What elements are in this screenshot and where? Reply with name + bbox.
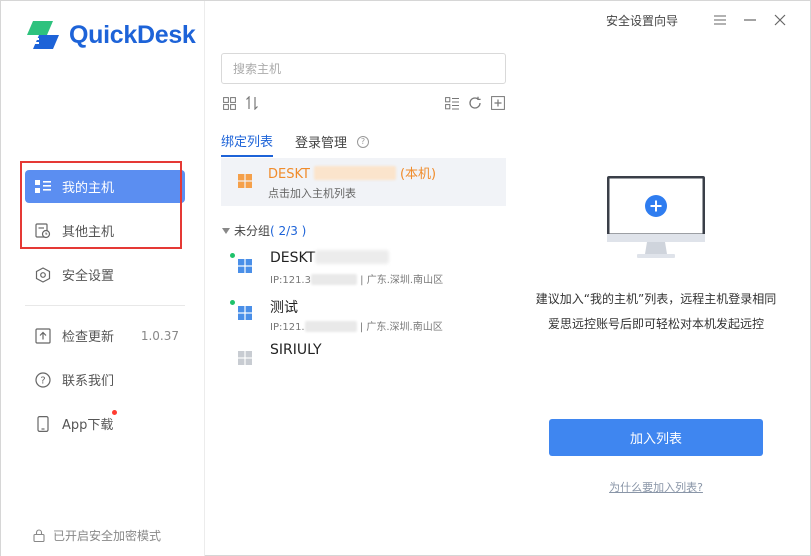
group-ungrouped[interactable]: 未分组 ( 2/3 )	[222, 222, 306, 239]
host-location: | 广东.深圳.南山区	[359, 322, 443, 333]
redacted-text	[315, 250, 390, 264]
sidebar-item-label: App下载	[62, 418, 114, 433]
local-host-item[interactable]: DESKT (本机) 点击加入主机列表	[221, 158, 506, 206]
sidebar-item-security[interactable]: 安全设置	[25, 258, 185, 291]
add-host-icon[interactable]	[490, 95, 506, 111]
host-item[interactable]: 测试 IP:121. | 广东.深圳.南山区	[221, 297, 506, 337]
menu-icon[interactable]	[712, 12, 728, 28]
lock-icon	[33, 529, 45, 542]
host-location: | 广东.深圳.南山区	[360, 275, 444, 286]
tab-bound-list[interactable]: 绑定列表	[221, 131, 274, 157]
host-name: SIRIULY	[270, 342, 322, 358]
close-icon[interactable]	[772, 12, 788, 28]
host-item[interactable]: DESKT IP:121.3 | 广东.深圳.南山区	[221, 250, 506, 290]
hint-line: 建议加入“我的主机”列表，远程主机登录相同	[535, 292, 777, 306]
windows-icon	[238, 305, 252, 324]
encryption-status: 已开启安全加密模式	[33, 527, 161, 544]
app-window: QuickDesk 我的主机 其他主机 安全设置 检查更新 1.0.37 ? 联…	[0, 0, 811, 556]
tab-label: 绑定列表	[221, 135, 274, 150]
sort-icon[interactable]	[244, 95, 260, 111]
host-ip: IP:121.3	[270, 275, 311, 286]
svg-text:?: ?	[40, 375, 45, 386]
encryption-label: 已开启安全加密模式	[53, 529, 162, 543]
title-bar: 安全设置向导	[606, 1, 810, 39]
windows-icon	[238, 173, 252, 192]
shield-icon	[35, 266, 51, 283]
tab-label: 登录管理	[295, 136, 348, 151]
group-count: ( 2/3 )	[270, 223, 307, 238]
local-host-subtitle: 点击加入主机列表	[268, 187, 356, 200]
sidebar-item-label: 安全设置	[62, 269, 115, 284]
refresh-icon[interactable]	[467, 95, 483, 111]
notification-dot	[112, 410, 117, 415]
brand-name: QuickDesk	[69, 20, 196, 49]
minimize-icon[interactable]	[742, 12, 758, 28]
sidebar-item-label: 检查更新	[62, 330, 115, 345]
local-host-name: DESKT	[268, 167, 310, 182]
add-to-list-button[interactable]: 加入列表	[549, 419, 763, 456]
monitor-add-illustration	[607, 176, 707, 266]
online-indicator	[230, 300, 235, 305]
redacted-text	[310, 274, 357, 285]
host-name: DESKT	[270, 250, 316, 266]
sidebar-item-contact[interactable]: ? 联系我们	[25, 363, 185, 396]
local-host-suffix: (本机)	[399, 167, 437, 182]
tab-login-management[interactable]: 登录管理 ?	[295, 131, 370, 157]
logo: QuickDesk	[25, 17, 196, 53]
version-label: 1.0.37	[140, 328, 179, 343]
host-item[interactable]: SIRIULY	[221, 342, 506, 382]
sidebar-item-app-download[interactable]: App下载	[25, 407, 185, 440]
question-icon[interactable]: ?	[357, 135, 370, 148]
group-label: 未分组	[234, 224, 271, 238]
sidebar-divider	[25, 305, 185, 306]
redacted-text	[304, 321, 357, 332]
online-indicator	[230, 253, 235, 258]
highlight-box	[20, 161, 182, 249]
hint-line: 爱思远控账号后即可轻松对本机发起远控	[547, 317, 764, 331]
host-list-panel: 绑定列表 登录管理 ? DESKT (本机) 点击加入主机列表 未分组 ( 2/3…	[206, 1, 512, 556]
host-name: 测试	[270, 300, 298, 316]
list-view-icon[interactable]	[444, 95, 460, 111]
grid-view-icon[interactable]	[221, 95, 237, 111]
sidebar-item-check-update[interactable]: 检查更新 1.0.37	[25, 319, 185, 352]
quickdesk-logo-icon	[25, 17, 61, 53]
setup-guide-link[interactable]: 安全设置向导	[606, 12, 678, 29]
caret-down-icon	[222, 227, 230, 234]
add-list-hint: 建议加入“我的主机”列表，远程主机登录相同 爱思远控账号后即可轻松对本机发起远控	[521, 287, 791, 337]
search-input[interactable]	[221, 53, 506, 84]
windows-icon	[238, 350, 252, 369]
redacted-text	[313, 166, 396, 180]
sidebar-item-label: 联系我们	[62, 374, 115, 389]
host-tabs: 绑定列表 登录管理 ?	[221, 131, 370, 157]
sidebar: QuickDesk 我的主机 其他主机 安全设置 检查更新 1.0.37 ? 联…	[1, 1, 205, 556]
help-icon: ?	[35, 371, 51, 388]
windows-icon	[238, 258, 252, 277]
host-ip: IP:121.	[270, 322, 305, 333]
phone-icon	[35, 415, 51, 432]
update-icon	[35, 327, 51, 344]
why-add-link[interactable]: 为什么要加入列表?	[549, 479, 763, 495]
